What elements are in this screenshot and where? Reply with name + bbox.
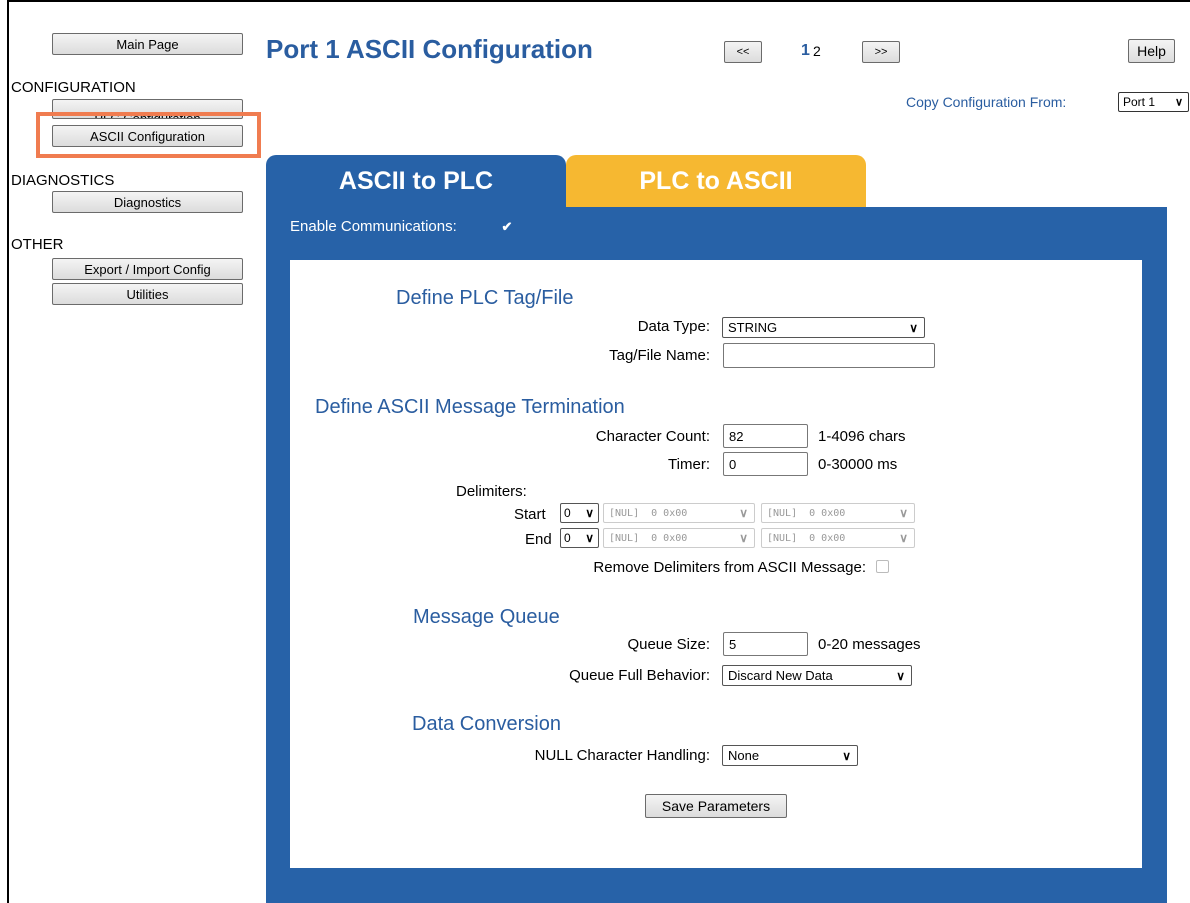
character-count-hint: 1-4096 chars xyxy=(818,428,906,445)
remove-delimiters-checkbox[interactable] xyxy=(876,560,889,573)
start-delimiter-1-value: [NUL] 0 0x00 xyxy=(609,507,688,519)
timer-label: Timer: xyxy=(668,456,710,473)
end-delimiter-2-value: [NUL] 0 0x00 xyxy=(767,532,846,544)
timer-input[interactable]: 0 xyxy=(723,452,808,476)
chevron-down-icon: ∨ xyxy=(585,506,594,520)
chevron-down-icon: ∨ xyxy=(739,531,748,545)
end-delimiter-label: End xyxy=(525,531,552,548)
chevron-down-icon: ∨ xyxy=(1174,96,1183,109)
main-page-button[interactable]: Main Page xyxy=(52,33,243,55)
termination-heading: Define ASCII Message Termination xyxy=(315,396,625,418)
chevron-down-icon: ∨ xyxy=(842,748,851,763)
export-import-button[interactable]: Export / Import Config xyxy=(52,258,243,280)
tag-file-name-input[interactable] xyxy=(723,343,935,368)
utilities-button[interactable]: Utilities xyxy=(52,283,243,305)
start-delimiter-2-select[interactable]: [NUL] 0 0x00 ∨ xyxy=(761,503,915,523)
enable-communications-label: Enable Communications: xyxy=(290,218,457,235)
selection-highlight xyxy=(36,112,261,158)
queue-full-behavior-value: Discard New Data xyxy=(728,668,833,683)
delimiters-label: Delimiters: xyxy=(456,483,527,500)
null-handling-select[interactable]: None ∨ xyxy=(722,745,858,766)
queue-size-label: Queue Size: xyxy=(627,636,710,653)
prev-page-button[interactable]: << xyxy=(724,41,762,63)
end-delimiter-count-select[interactable]: 0 ∨ xyxy=(560,528,599,548)
queue-size-input[interactable]: 5 xyxy=(723,632,808,656)
next-page-button[interactable]: >> xyxy=(862,41,900,63)
start-delimiter-2-value: [NUL] 0 0x00 xyxy=(767,507,846,519)
page-number-current: 1 xyxy=(801,42,810,59)
copy-configuration-value: Port 1 xyxy=(1123,95,1156,109)
timer-hint: 0-30000 ms xyxy=(818,456,898,473)
chevron-down-icon: ∨ xyxy=(896,668,905,683)
null-handling-label: NULL Character Handling: xyxy=(534,747,710,764)
chevron-down-icon: ∨ xyxy=(739,506,748,520)
tag-file-name-label: Tag/File Name: xyxy=(609,347,710,364)
help-button[interactable]: Help xyxy=(1128,39,1175,63)
end-delimiter-count-value: 0 xyxy=(564,531,571,545)
null-handling-value: None xyxy=(728,748,760,763)
queue-full-behavior-select[interactable]: Discard New Data ∨ xyxy=(722,665,912,686)
character-count-label: Character Count: xyxy=(595,428,710,445)
chevron-down-icon: ∨ xyxy=(909,320,918,335)
chevron-down-icon: ∨ xyxy=(899,531,908,545)
page-frame-top xyxy=(7,0,1190,2)
start-delimiter-count-value: 0 xyxy=(564,506,571,520)
chevron-down-icon: ∨ xyxy=(899,506,908,520)
copy-configuration-select[interactable]: Port 1 ∨ xyxy=(1118,92,1189,112)
enable-communications-checkbox[interactable]: ✔ xyxy=(500,219,514,233)
page-number-2-link[interactable]: 2 xyxy=(813,43,821,59)
end-delimiter-1-value: [NUL] 0 0x00 xyxy=(609,532,688,544)
define-plc-tag-heading: Define PLC Tag/File xyxy=(396,287,574,309)
page-title: Port 1 ASCII Configuration xyxy=(266,34,593,64)
end-delimiter-1-select[interactable]: [NUL] 0 0x00 ∨ xyxy=(603,528,755,548)
start-delimiter-count-select[interactable]: 0 ∨ xyxy=(560,503,599,523)
end-delimiter-2-select[interactable]: [NUL] 0 0x00 ∨ xyxy=(761,528,915,548)
start-delimiter-label: Start xyxy=(514,506,546,523)
copy-configuration-label: Copy Configuration From: xyxy=(906,94,1067,110)
start-delimiter-1-select[interactable]: [NUL] 0 0x00 ∨ xyxy=(603,503,755,523)
page-frame-left xyxy=(7,0,9,903)
queue-full-behavior-label: Queue Full Behavior: xyxy=(569,667,710,684)
data-type-label: Data Type: xyxy=(637,318,710,335)
character-count-input[interactable]: 82 xyxy=(723,424,808,448)
save-parameters-button[interactable]: Save Parameters xyxy=(645,794,787,818)
queue-size-hint: 0-20 messages xyxy=(818,636,921,653)
remove-delimiters-label: Remove Delimiters from ASCII Message: xyxy=(593,559,866,576)
diagnostics-button[interactable]: Diagnostics xyxy=(52,191,243,213)
data-type-value: STRING xyxy=(728,320,778,335)
other-heading: OTHER xyxy=(11,236,64,253)
diagnostics-heading: DIAGNOSTICS xyxy=(11,172,115,189)
data-conversion-heading: Data Conversion xyxy=(412,713,561,735)
tab-plc-to-ascii[interactable]: PLC to ASCII xyxy=(566,155,866,207)
configuration-heading: CONFIGURATION xyxy=(11,79,136,96)
chevron-down-icon: ∨ xyxy=(585,531,594,545)
message-queue-heading: Message Queue xyxy=(413,606,560,628)
data-type-select[interactable]: STRING ∨ xyxy=(722,317,925,338)
tab-ascii-to-plc[interactable]: ASCII to PLC xyxy=(266,155,566,207)
